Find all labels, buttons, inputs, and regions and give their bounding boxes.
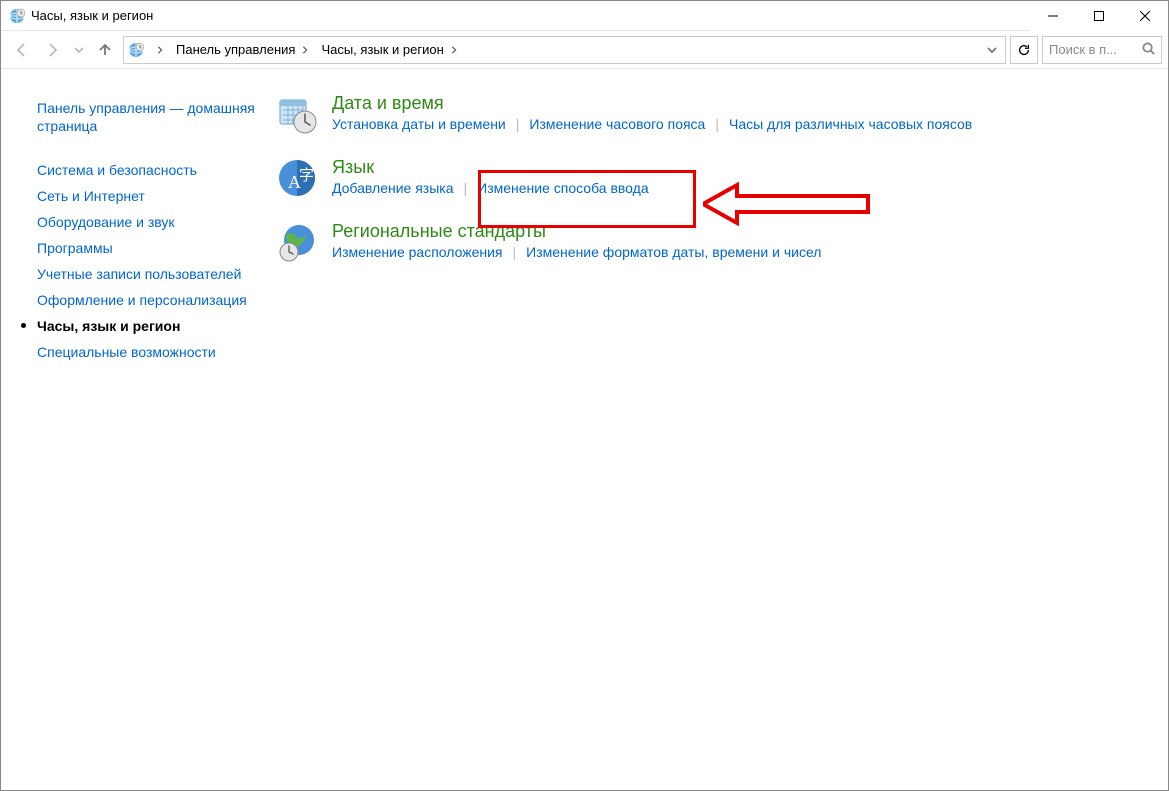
separator: | xyxy=(705,116,729,132)
link-change-timezone[interactable]: Изменение часового пояса xyxy=(529,116,705,132)
breadcrumb-current[interactable]: Часы, язык и регион xyxy=(317,37,461,63)
category-date-time: Дата и время Установка даты и времени | … xyxy=(276,93,1148,135)
search-placeholder: Поиск в п... xyxy=(1049,42,1138,57)
category-links: Изменение расположения | Изменение форма… xyxy=(332,244,821,260)
sidebar-item-2[interactable]: Оборудование и звук xyxy=(37,209,256,235)
svg-text:字: 字 xyxy=(299,167,314,184)
forward-button[interactable] xyxy=(39,36,67,64)
sidebar: Панель управления — домашняя страница Си… xyxy=(1,69,256,790)
language-icon: A 字 xyxy=(276,157,318,199)
recent-dropdown[interactable] xyxy=(71,36,87,64)
search-input[interactable]: Поиск в п... xyxy=(1042,36,1162,64)
titlebar-left: Часы, язык и регион xyxy=(9,8,153,24)
minimize-button[interactable] xyxy=(1030,1,1076,31)
region-icon xyxy=(276,221,318,263)
app-icon xyxy=(9,8,25,24)
category-region: Региональные стандарты Изменение располо… xyxy=(276,221,1148,263)
sidebar-item-5[interactable]: Оформление и персонализация xyxy=(37,287,256,313)
category-language: A 字 Язык Добавление языка | Изменение сп… xyxy=(276,157,1148,199)
link-additional-clocks[interactable]: Часы для различных часовых поясов xyxy=(729,116,972,132)
date-time-icon xyxy=(276,93,318,135)
window-title: Часы, язык и регион xyxy=(31,8,153,23)
sidebar-item-label: Оформление и персонализация xyxy=(37,292,247,308)
navigation-bar: Панель управления Часы, язык и регион По… xyxy=(1,31,1168,69)
link-change-location[interactable]: Изменение расположения xyxy=(332,244,503,260)
sidebar-item-label: Учетные записи пользователей xyxy=(37,266,241,282)
sidebar-item-label: Сеть и Интернет xyxy=(37,188,145,204)
separator: | xyxy=(506,116,530,132)
sidebar-home[interactable]: Панель управления — домашняя страница xyxy=(37,95,256,139)
maximize-button[interactable] xyxy=(1076,1,1122,31)
link-change-input-method[interactable]: Изменение способа ввода xyxy=(477,180,648,196)
link-add-language[interactable]: Добавление языка xyxy=(332,180,454,196)
sidebar-item-3[interactable]: Программы xyxy=(37,235,256,261)
sidebar-item-6[interactable]: Часы, язык и регион xyxy=(37,313,256,339)
content-panel: Дата и время Установка даты и времени | … xyxy=(256,69,1168,790)
category-language-text: Язык Добавление языка | Изменение способ… xyxy=(332,157,649,196)
sidebar-home-label: Панель управления — домашняя страница xyxy=(37,100,255,134)
sidebar-item-1[interactable]: Сеть и Интернет xyxy=(37,183,256,209)
close-button[interactable] xyxy=(1122,1,1168,31)
separator: | xyxy=(503,244,527,260)
link-set-date-time[interactable]: Установка даты и времени xyxy=(332,116,506,132)
category-links: Установка даты и времени | Изменение час… xyxy=(332,116,972,132)
sidebar-item-label: Программы xyxy=(37,240,113,256)
category-date-time-text: Дата и время Установка даты и времени | … xyxy=(332,93,972,132)
sidebar-item-7[interactable]: Специальные возможности xyxy=(37,339,256,365)
sidebar-item-label: Специальные возможности xyxy=(37,344,216,360)
breadcrumb-root-label: Панель управления xyxy=(176,42,295,57)
back-button[interactable] xyxy=(7,36,35,64)
link-change-formats[interactable]: Изменение форматов даты, времени и чисел xyxy=(526,244,821,260)
address-dropdown[interactable] xyxy=(983,36,1001,64)
sidebar-item-label: Система и безопасность xyxy=(37,162,197,178)
window-titlebar: Часы, язык и регион xyxy=(1,1,1168,31)
search-icon xyxy=(1142,42,1155,58)
category-title[interactable]: Язык xyxy=(332,157,649,178)
address-bar[interactable]: Панель управления Часы, язык и регион xyxy=(123,36,1006,64)
refresh-button[interactable] xyxy=(1010,36,1038,64)
breadcrumb-current-label: Часы, язык и регион xyxy=(321,42,443,57)
location-icon xyxy=(128,42,144,58)
sidebar-item-4[interactable]: Учетные записи пользователей xyxy=(37,261,256,287)
main-body: Панель управления — домашняя страница Си… xyxy=(1,69,1168,790)
address-right-controls xyxy=(983,36,1001,64)
breadcrumb-chevron-root[interactable] xyxy=(148,37,168,63)
separator: | xyxy=(454,180,478,196)
breadcrumb-root[interactable]: Панель управления xyxy=(172,37,313,63)
window-controls xyxy=(1030,1,1168,31)
category-title[interactable]: Региональные стандарты xyxy=(332,221,821,242)
category-title[interactable]: Дата и время xyxy=(332,93,972,114)
up-button[interactable] xyxy=(91,36,119,64)
sidebar-item-label: Оборудование и звук xyxy=(37,214,175,230)
sidebar-item-label: Часы, язык и регион xyxy=(37,318,180,334)
sidebar-item-0[interactable]: Система и безопасность xyxy=(37,157,256,183)
category-region-text: Региональные стандарты Изменение располо… xyxy=(332,221,821,260)
category-links: Добавление языка | Изменение способа вво… xyxy=(332,180,649,196)
